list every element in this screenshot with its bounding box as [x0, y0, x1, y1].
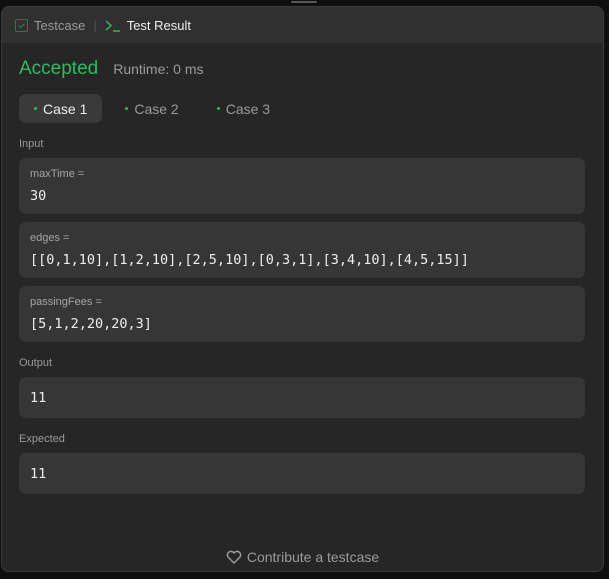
- case-tab-2[interactable]: Case 2: [110, 94, 193, 123]
- verdict: Accepted: [19, 58, 99, 79]
- pass-dot-icon: [216, 107, 220, 110]
- case-tabs: Case 1 Case 2 Case 3: [2, 80, 603, 123]
- var-name: maxTime =: [30, 168, 85, 180]
- contribute-testcase-button[interactable]: Contribute a testcase: [2, 549, 603, 565]
- input-passingfees: passingFees = [5,1,2,20,20,3]: [19, 286, 585, 342]
- expected-box: 11: [19, 453, 585, 494]
- expected-value: 11: [30, 465, 47, 482]
- contribute-label: Contribute a testcase: [246, 549, 380, 565]
- output-value: 11: [30, 389, 47, 406]
- panel-header: Testcase | Test Result: [2, 7, 603, 43]
- output-label: Output: [19, 357, 53, 369]
- input-maxtime: maxTime = 30: [19, 158, 585, 214]
- tab-testcase[interactable]: Testcase: [15, 18, 85, 33]
- var-value: [5,1,2,20,20,3]: [30, 316, 152, 332]
- var-name: edges =: [30, 232, 70, 244]
- runtime: Runtime: 0 ms: [113, 61, 204, 77]
- case-tab-3[interactable]: Case 3: [202, 94, 285, 123]
- checkbox-icon: [15, 18, 28, 32]
- pass-dot-icon: [125, 107, 129, 110]
- var-name: passingFees =: [30, 296, 102, 308]
- heart-icon: [226, 550, 242, 564]
- result-status: Accepted Runtime: 0 ms: [2, 43, 603, 80]
- expected-label: Expected: [19, 433, 65, 445]
- resize-handle[interactable]: [291, 1, 317, 3]
- input-edges: edges = [[0,1,10],[1,2,10],[2,5,10],[0,3,…: [19, 222, 585, 278]
- case-label: Case 2: [134, 100, 179, 117]
- tab-label: Testcase: [34, 17, 86, 33]
- output-box: 11: [19, 377, 585, 418]
- terminal-icon: [105, 19, 120, 32]
- case-tab-1[interactable]: Case 1: [19, 94, 103, 123]
- test-result-panel: Testcase | Test Result Accepted Runtime:…: [1, 6, 604, 572]
- var-value: [[0,1,10],[1,2,10],[2,5,10],[0,3,1],[3,4…: [30, 252, 469, 268]
- input-label: Input: [19, 138, 44, 150]
- case-label: Case 3: [225, 100, 271, 117]
- case-label: Case 1: [43, 100, 88, 117]
- var-value: 30: [30, 188, 47, 204]
- pass-dot-icon: [34, 107, 37, 110]
- tab-test-result[interactable]: Test Result: [105, 18, 191, 33]
- tab-divider: |: [93, 17, 97, 33]
- tab-label: Test Result: [126, 17, 192, 33]
